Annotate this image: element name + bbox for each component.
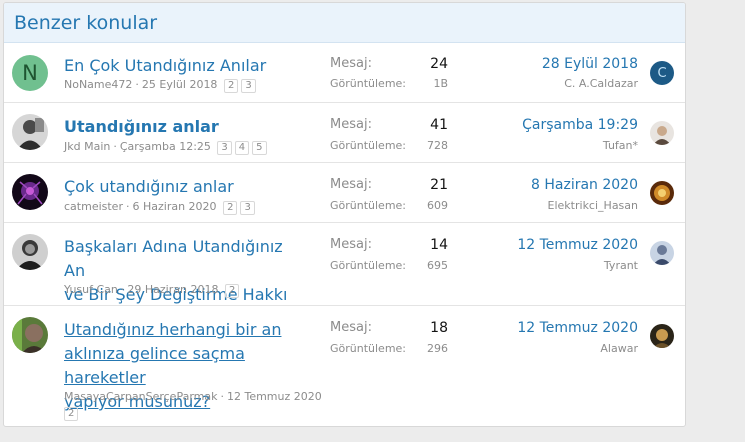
last-poster-avatar[interactable]	[650, 241, 674, 265]
block-title: Benzer konular	[4, 3, 685, 43]
thread-row: Utandığınız anlar Jkd Main · Çarşamba 12:2…	[4, 103, 685, 163]
last-poster-name[interactable]: Elektrikci_Hasan	[548, 199, 638, 212]
views-count: 695	[427, 259, 448, 272]
views-label: Görüntüleme:	[330, 199, 407, 212]
thread-date[interactable]: 6 Haziran 2020	[132, 200, 216, 213]
page-link[interactable]: 2	[224, 284, 240, 298]
author-avatar[interactable]	[12, 317, 48, 353]
thread-row: Başkaları Adına Utandığınız An ve Bir Şey…	[4, 223, 685, 306]
author-avatar[interactable]	[12, 174, 48, 210]
replies-count: 18	[430, 320, 448, 336]
thread-date[interactable]: 25 Eylül 2018	[142, 78, 218, 91]
thread-date[interactable]: Çarşamba 12:25	[120, 140, 211, 153]
replies-label: Mesaj:	[330, 320, 372, 335]
last-poster-name[interactable]: Tufan*	[603, 139, 638, 152]
replies-count: 14	[430, 237, 448, 253]
last-post-date[interactable]: 8 Haziran 2020	[531, 177, 638, 193]
views-count: 728	[427, 139, 448, 152]
page-link[interactable]: 3	[240, 201, 255, 215]
thread-meta: NoName472 · 25 Eylül 2018 23	[64, 78, 256, 93]
views-count: 296	[427, 342, 448, 355]
last-poster-avatar[interactable]	[650, 181, 674, 205]
last-post-date[interactable]: Çarşamba 19:29	[522, 117, 638, 133]
last-post-date[interactable]: 12 Temmuz 2020	[517, 237, 638, 253]
thread-title-link[interactable]: Çok utandığınız anlar	[64, 175, 304, 199]
author-name[interactable]: Jkd Main	[64, 140, 110, 153]
author-name[interactable]: catmeister	[64, 200, 123, 213]
replies-label: Mesaj:	[330, 117, 372, 132]
replies-label: Mesaj:	[330, 56, 372, 71]
last-poster-name[interactable]: Tyrant	[604, 259, 638, 272]
last-poster-name[interactable]: C. A.Caldazar	[564, 77, 638, 90]
thread-meta: Jkd Main · Çarşamba 12:25 345	[64, 140, 267, 155]
author-avatar[interactable]: N	[12, 55, 48, 91]
page-link[interactable]: 2	[64, 407, 79, 421]
thread-row: Çok utandığınız anlar catmeister · 6 Hazir…	[4, 163, 685, 223]
replies-count: 24	[430, 56, 448, 72]
similar-threads-block: Benzer konular N En Çok Utandığınız Anıl…	[3, 2, 686, 427]
views-label: Görüntüleme:	[330, 139, 407, 152]
page-link[interactable]: 5	[252, 141, 267, 155]
last-poster-name[interactable]: Alawar	[600, 342, 638, 355]
thread-date[interactable]: 12 Temmuz 2020	[227, 390, 322, 403]
thread-row: Utandığınız herhangi bir an aklınıza geli…	[4, 306, 685, 426]
thread-date[interactable]: 29 Haziran 2018	[127, 283, 218, 296]
author-name[interactable]: NoName472	[64, 78, 132, 91]
last-post-date[interactable]: 12 Temmuz 2020	[517, 320, 638, 336]
thread-title-link[interactable]: Utandığınız anlar	[64, 115, 304, 139]
thread-pages: 2	[61, 406, 79, 421]
thread-meta: Yusuf Can · 29 Haziran 2018 2	[64, 283, 240, 298]
author-avatar[interactable]	[12, 114, 48, 150]
last-poster-avatar[interactable]	[650, 324, 674, 348]
author-name[interactable]: Yusuf Can	[64, 283, 118, 296]
views-label: Görüntüleme:	[330, 77, 407, 90]
views-count: 1B	[433, 77, 448, 90]
author-name[interactable]: MasayaÇarpanSerçeParmak	[64, 390, 217, 403]
last-poster-avatar[interactable]: C	[650, 61, 674, 85]
thread-title-link[interactable]: En Çok Utandığınız Anılar	[64, 54, 304, 78]
page-link[interactable]: 2	[223, 201, 238, 215]
replies-label: Mesaj:	[330, 237, 372, 252]
views-label: Görüntüleme:	[330, 342, 407, 355]
last-post-date[interactable]: 28 Eylül 2018	[542, 56, 638, 72]
thread-meta: MasayaÇarpanSerçeParmak · 12 Temmuz 2020	[64, 390, 322, 403]
last-poster-avatar[interactable]	[650, 121, 674, 145]
views-count: 609	[427, 199, 448, 212]
page-link[interactable]: 3	[217, 141, 232, 155]
author-avatar[interactable]	[12, 234, 48, 270]
thread-meta: catmeister · 6 Haziran 2020 23	[64, 200, 255, 215]
views-label: Görüntüleme:	[330, 259, 407, 272]
replies-label: Mesaj:	[330, 177, 372, 192]
replies-count: 41	[430, 117, 448, 133]
page-link[interactable]: 4	[234, 141, 250, 155]
page-link[interactable]: 2	[223, 79, 239, 93]
page-link[interactable]: 3	[241, 79, 256, 93]
thread-row: N En Çok Utandığınız Anılar NoName472 · 25…	[4, 43, 685, 103]
replies-count: 21	[430, 177, 448, 193]
